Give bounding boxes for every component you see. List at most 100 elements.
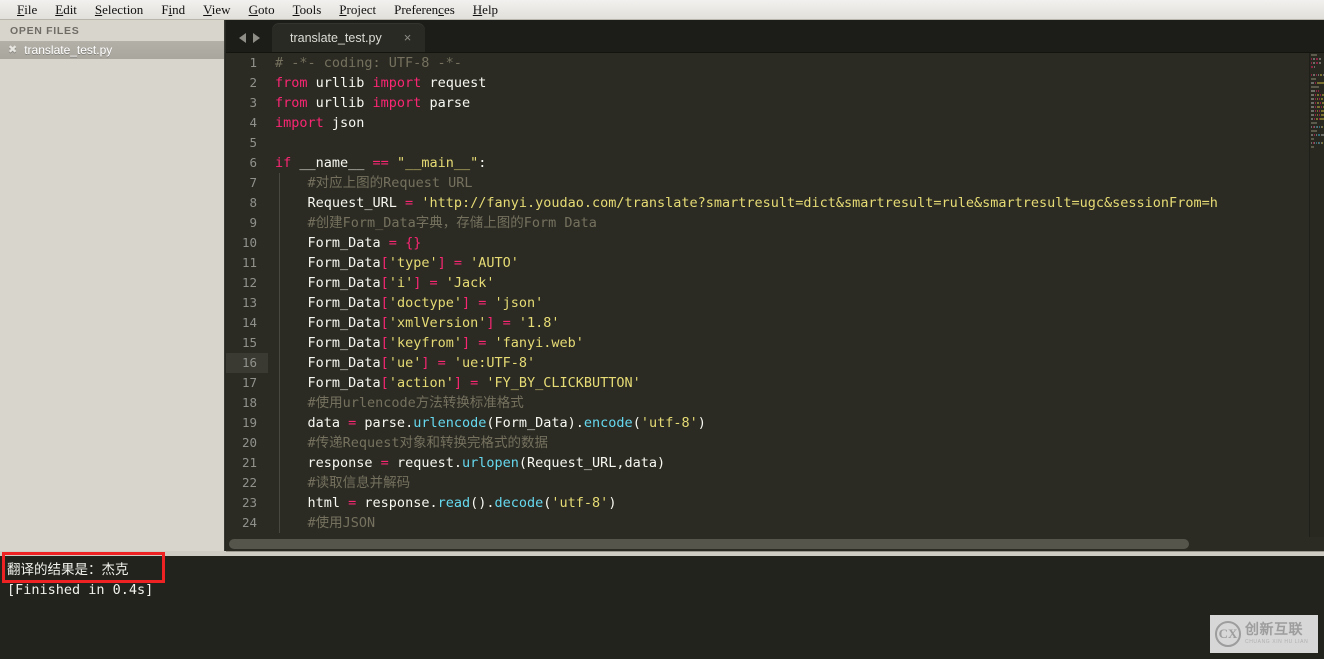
build-output-console: 翻译的结果是：杰克 [Finished in 0.4s] <box>0 556 1324 659</box>
token-op: == <box>372 155 389 171</box>
line-code: Form_Data['xmlVersion'] = '1.8' <box>268 313 1310 333</box>
close-icon[interactable]: × <box>404 31 412 44</box>
minimap-token <box>1318 134 1320 136</box>
code-line[interactable]: 14 Form_Data['xmlVersion'] = '1.8' <box>226 313 1310 333</box>
token-op: [ <box>380 355 389 371</box>
minimap-token <box>1320 102 1321 104</box>
token-id: Form_Data <box>275 375 381 391</box>
minimap-token <box>1319 58 1321 60</box>
menu-item-help[interactable]: Help <box>464 0 507 19</box>
minimap-token <box>1311 58 1312 60</box>
token-kw: from <box>275 95 308 111</box>
code-line[interactable]: 23 html = response.read().decode('utf-8'… <box>226 493 1310 513</box>
horizontal-scrollbar-track[interactable] <box>226 537 1324 551</box>
code-lines-container[interactable]: 1 # -*- coding: UTF-8 -*- 2 from urllib imp… <box>226 53 1310 537</box>
code-line[interactable]: 24 #使用JSON <box>226 513 1310 533</box>
code-line[interactable]: 16 Form_Data['ue'] = 'ue:UTF-8' <box>226 353 1310 373</box>
menu-item-selection[interactable]: Selection <box>86 0 152 19</box>
indent-guide <box>279 173 280 193</box>
sidebar-file-item[interactable]: ✖ translate_test.py <box>0 41 224 59</box>
token-str: 'action' <box>388 375 454 391</box>
token-id: urllib <box>307 75 373 91</box>
line-number: 13 <box>241 295 257 310</box>
code-line[interactable]: 13 Form_Data['doctype'] = 'json' <box>226 293 1310 313</box>
code-line[interactable]: 1 # -*- coding: UTF-8 -*- <box>226 53 1310 73</box>
minimap-token <box>1313 58 1315 60</box>
minimap-token <box>1319 114 1320 116</box>
indent-guide <box>279 413 280 433</box>
watermark-text: 创新互联 CHUANG XIN HU LIAN <box>1245 623 1308 645</box>
code-line[interactable]: 12 Form_Data['i'] = 'Jack' <box>226 273 1310 293</box>
token-id: request <box>421 75 487 91</box>
indent-guide <box>279 393 280 413</box>
token-id: data <box>275 415 349 431</box>
nav-back-icon[interactable] <box>239 33 246 43</box>
code-line[interactable]: 17 Form_Data['action'] = 'FY_BY_CLICKBUT… <box>226 373 1310 393</box>
code-line[interactable]: 6 if __name__ == "__main__": <box>226 153 1310 173</box>
line-code: data = parse.urlencode(Form_Data).encode… <box>268 413 1310 433</box>
token-id: (Form_Data). <box>486 415 584 431</box>
line-code: #对应上图的Request URL <box>268 173 1310 193</box>
code-line[interactable]: 11 Form_Data['type'] = 'AUTO' <box>226 253 1310 273</box>
code-line[interactable]: 15 Form_Data['keyfrom'] = 'fanyi.web' <box>226 333 1310 353</box>
token-id: (Request_URL,data) <box>518 455 666 471</box>
code-line[interactable]: 18 #使用urlencode方法转换标准格式 <box>226 393 1310 413</box>
minimap-token <box>1319 110 1321 112</box>
menu-item-tools[interactable]: Tools <box>284 0 331 19</box>
token-id: urllib <box>307 95 373 111</box>
menu-item-view[interactable]: View <box>194 0 239 19</box>
minimap-token <box>1311 146 1314 148</box>
indent-guide <box>279 453 280 473</box>
menu-item-find[interactable]: Find <box>152 0 194 19</box>
line-code: html = response.read().decode('utf-8') <box>268 493 1310 513</box>
token-str: 'Jack' <box>445 275 495 291</box>
code-line[interactable]: 4 import json <box>226 113 1310 133</box>
token-str: 'http://fanyi.youdao.com/translate?smart… <box>413 195 1218 211</box>
token-id: html <box>275 495 349 511</box>
tab-translate-test-py[interactable]: translate_test.py × <box>272 23 426 52</box>
line-number: 17 <box>241 375 257 390</box>
line-number: 22 <box>241 475 257 490</box>
line-code: Form_Data['doctype'] = 'json' <box>268 293 1310 313</box>
minimap-token <box>1314 118 1315 120</box>
watermark-logo-icon: CX <box>1215 621 1241 647</box>
code-line[interactable]: 20 #传递Request对象和转换完格式的数据 <box>226 433 1310 453</box>
code-editor[interactable]: 1 # -*- coding: UTF-8 -*- 2 from urllib imp… <box>226 53 1324 537</box>
close-file-icon[interactable]: ✖ <box>8 44 17 56</box>
menu-item-goto[interactable]: Goto <box>240 0 284 19</box>
token-str: 'ue:UTF-8' <box>453 355 536 371</box>
code-line[interactable]: 2 from urllib import request <box>226 73 1310 93</box>
code-line[interactable]: 7 #对应上图的Request URL <box>226 173 1310 193</box>
minimap-token <box>1315 126 1317 128</box>
minimap-token <box>1318 118 1320 120</box>
line-number: 7 <box>249 175 257 190</box>
indent-guide <box>279 233 280 253</box>
menu-item-file[interactable]: File <box>8 0 46 19</box>
code-line[interactable]: 3 from urllib import parse <box>226 93 1310 113</box>
code-line[interactable]: 22 #读取信息并解码 <box>226 473 1310 493</box>
code-line[interactable]: 10 Form_Data = {} <box>226 233 1310 253</box>
sidebar-section-header: OPEN FILES <box>10 25 80 37</box>
nav-forward-icon[interactable] <box>253 33 260 43</box>
menu-item-edit[interactable]: Edit <box>46 0 86 19</box>
menu-item-project[interactable]: Project <box>330 0 385 19</box>
line-number: 18 <box>241 395 257 410</box>
minimap-token <box>1320 94 1321 96</box>
line-number: 2 <box>249 75 257 90</box>
minimap-token <box>1314 110 1316 112</box>
menu-accelerator-letter: i <box>168 2 173 17</box>
code-line[interactable]: 5 <box>226 133 1310 153</box>
menu-accelerator-letter: T <box>292 2 300 17</box>
code-line[interactable]: 8 Request_URL = 'http://fanyi.youdao.com… <box>226 193 1310 213</box>
line-code: Form_Data['i'] = 'Jack' <box>268 273 1310 293</box>
token-str: 'AUTO' <box>470 255 519 271</box>
code-line[interactable]: 21 response = request.urlopen(Request_UR… <box>226 453 1310 473</box>
minimap-token <box>1316 58 1318 60</box>
menu-item-preferences[interactable]: Preferences <box>385 0 464 19</box>
code-line[interactable]: 19 data = parse.urlencode(Form_Data).enc… <box>226 413 1310 433</box>
minimap-token <box>1311 114 1314 116</box>
minimap[interactable] <box>1309 53 1324 537</box>
code-line[interactable]: 9 #创建Form_Data字典，存储上图的Form Data <box>226 213 1310 233</box>
line-number: 11 <box>241 255 257 270</box>
horizontal-scrollbar-thumb[interactable] <box>229 539 1189 549</box>
